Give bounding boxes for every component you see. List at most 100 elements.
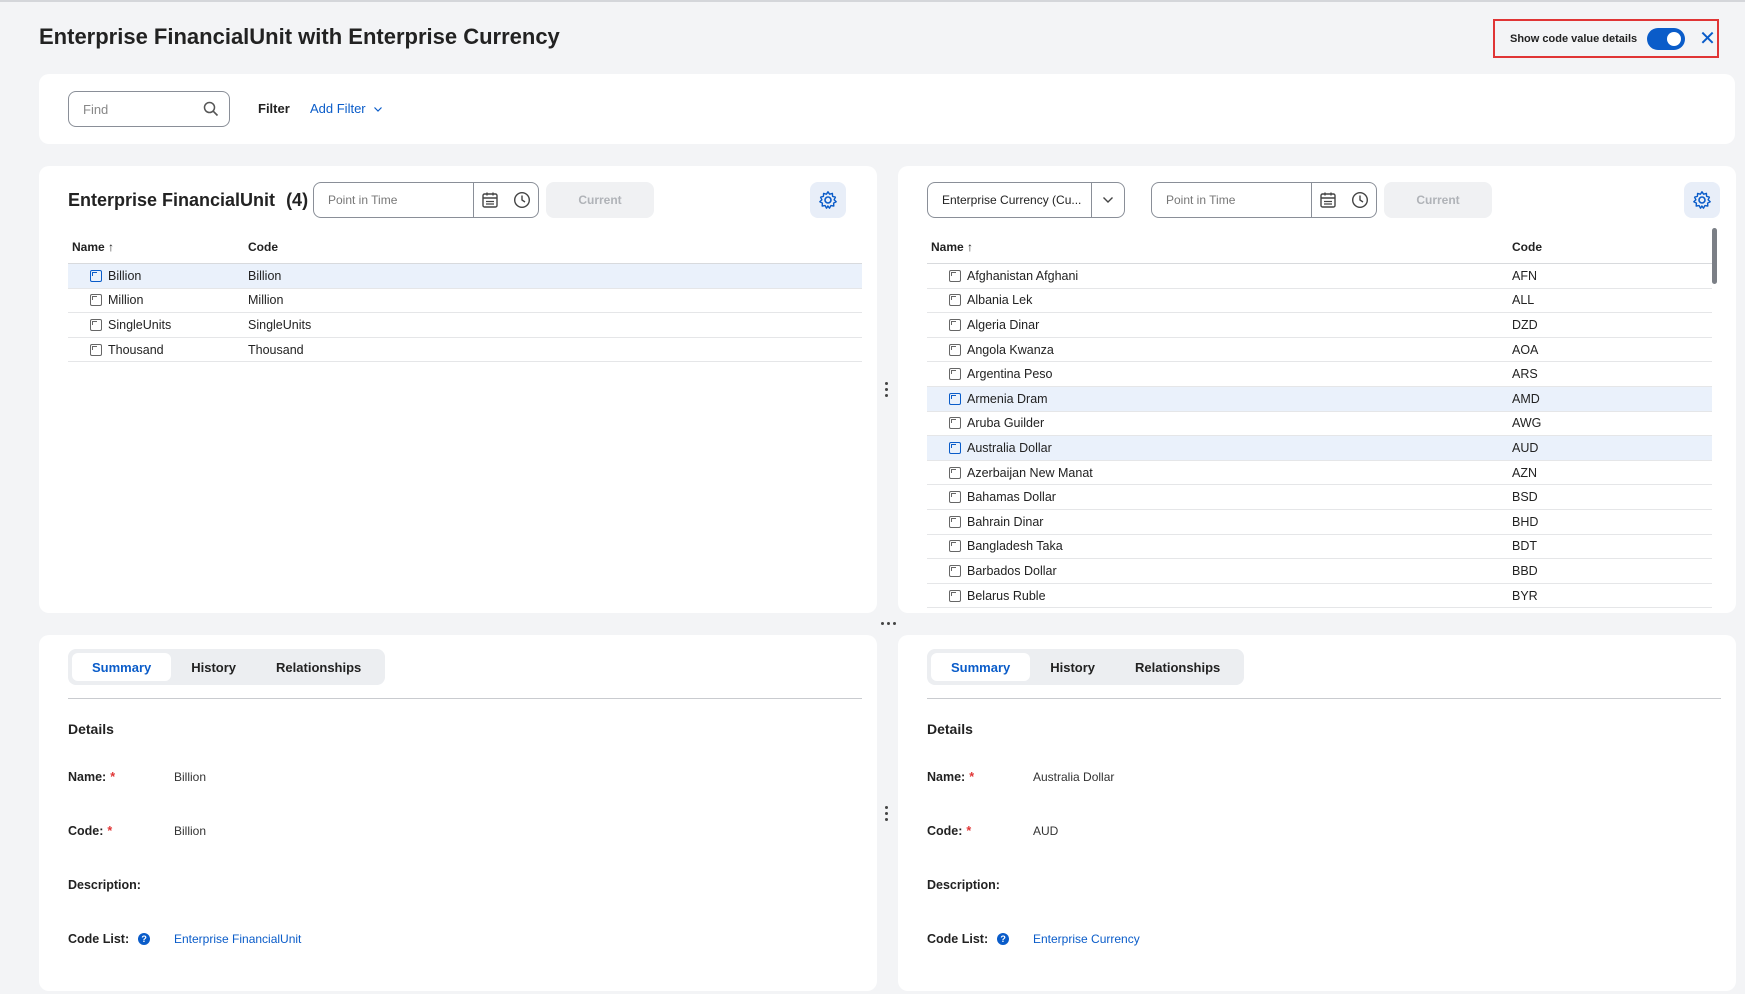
table-row[interactable]: Bahrain Dinar BHD <box>927 510 1712 535</box>
code-label-text: Code: <box>927 824 963 838</box>
row-code: DZD <box>1512 317 1538 332</box>
table-row[interactable]: Afghanistan Afghani AFN <box>927 264 1712 289</box>
tab-relationships[interactable]: Relationships <box>1115 653 1240 681</box>
table-row[interactable]: Algeria Dinar DZD <box>927 313 1712 338</box>
vertical-splitter-handle-bottom[interactable] <box>885 806 889 821</box>
table-header: Name ↑ Code <box>927 230 1712 264</box>
table-row[interactable]: Million Million <box>68 289 862 314</box>
table-row[interactable]: Angola Kwanza AOA <box>927 338 1712 363</box>
show-details-toggle[interactable] <box>1647 27 1686 50</box>
column-header-code[interactable]: Code <box>1512 240 1542 254</box>
scrollbar[interactable] <box>1712 228 1717 284</box>
node-icon <box>949 368 961 381</box>
table-row[interactable]: Thousand Thousand <box>68 338 862 363</box>
help-icon[interactable]: ? <box>138 933 151 945</box>
clock-icon[interactable] <box>506 183 538 217</box>
table-row[interactable]: Argentina Peso ARS <box>927 362 1712 387</box>
code-list-label-text: Code List: <box>927 932 989 946</box>
row-name: SingleUnits <box>68 318 248 332</box>
required-marker: * <box>110 770 116 784</box>
description-label: Description: <box>927 878 1000 892</box>
detail-tabs: Summary History Relationships <box>68 649 386 685</box>
column-header-name[interactable]: Name ↑ <box>68 240 248 254</box>
code-list-link[interactable]: Enterprise FinancialUnit <box>174 932 301 946</box>
row-name-text: Bahamas Dollar <box>967 490 1056 505</box>
description-label: Description: <box>68 878 141 892</box>
tab-summary[interactable]: Summary <box>931 653 1031 681</box>
row-name-text: Angola Kwanza <box>967 342 1054 357</box>
calendar-icon[interactable] <box>1312 183 1344 217</box>
chevron-down-icon[interactable] <box>1092 196 1124 204</box>
column-header-name[interactable]: Name ↑ <box>927 240 1512 254</box>
table-row[interactable]: Bahamas Dollar BSD <box>927 485 1712 510</box>
row-name: Billion <box>68 269 248 283</box>
left-panel-title-text: Enterprise FinancialUnit <box>68 190 276 210</box>
table-row[interactable]: Bangladesh Taka BDT <box>927 535 1712 560</box>
row-name-text: Billion <box>108 268 142 283</box>
details-heading: Details <box>68 721 114 737</box>
tab-history[interactable]: History <box>171 653 256 681</box>
description-field: Description: <box>68 878 174 892</box>
row-name: Thousand <box>68 343 248 357</box>
name-label-text: Name: <box>927 770 966 784</box>
table-row[interactable]: Billion Billion <box>68 264 862 289</box>
row-name-text: Barbados Dollar <box>967 563 1057 578</box>
point-in-time-input[interactable]: Point in Time <box>314 183 474 217</box>
chevron-down-icon <box>374 107 383 112</box>
table-row[interactable]: Aruba Guilder AWG <box>927 412 1712 437</box>
row-name-text: Aruba Guilder <box>967 416 1045 431</box>
table-row[interactable]: Belarus Ruble BYR <box>927 584 1712 609</box>
settings-button[interactable] <box>810 182 846 218</box>
node-icon <box>949 269 961 282</box>
row-name: Azerbaijan New Manat <box>927 466 1512 480</box>
point-in-time-picker[interactable]: Point in Time <box>313 182 539 218</box>
row-name-text: Australia Dollar <box>967 440 1052 455</box>
table-row[interactable]: Albania Lek ALL <box>927 289 1712 314</box>
node-icon <box>949 318 961 331</box>
table-row[interactable]: Armenia Dram AMD <box>927 386 1712 412</box>
point-in-time-picker[interactable]: Point in Time <box>1151 182 1377 218</box>
gear-icon <box>819 191 837 209</box>
filter-bar: Find Filter Add Filter <box>39 74 1735 144</box>
row-code: Million <box>248 293 284 308</box>
page-title: Enterprise FinancialUnit with Enterprise… <box>39 24 560 49</box>
point-in-time-input[interactable]: Point in Time <box>1152 183 1312 217</box>
row-code: AFN <box>1512 268 1537 283</box>
clock-icon[interactable] <box>1344 183 1376 217</box>
help-icon[interactable]: ? <box>997 933 1010 945</box>
settings-button[interactable] <box>1684 182 1720 218</box>
vertical-splitter-handle[interactable] <box>885 382 889 397</box>
calendar-icon[interactable] <box>474 183 506 217</box>
add-filter-button[interactable]: Add Filter <box>310 101 383 116</box>
code-list-field: Code List:? Enterprise FinancialUnit <box>68 932 301 946</box>
tab-summary[interactable]: Summary <box>72 653 172 681</box>
required-marker: * <box>107 824 113 838</box>
description-field: Description: <box>927 878 1033 892</box>
row-name: Belarus Ruble <box>927 589 1512 603</box>
search-icon[interactable] <box>203 101 219 117</box>
row-name-text: Armenia Dram <box>967 391 1048 406</box>
code-list-label: Code List:? <box>68 932 174 946</box>
find-input[interactable]: Find <box>68 91 230 127</box>
horizontal-splitter-handle[interactable] <box>881 622 896 625</box>
current-button[interactable]: Current <box>1384 182 1492 218</box>
code-list-selector[interactable]: Enterprise Currency (Cu... <box>927 182 1125 218</box>
code-list-selected: Enterprise Currency (Cu... <box>928 183 1092 217</box>
right-list-panel: Enterprise Currency (Cu... Point in Time… <box>898 166 1736 613</box>
table-row[interactable]: Azerbaijan New Manat AZN <box>927 461 1712 486</box>
code-label: Code: * <box>927 824 1033 838</box>
column-header-code[interactable]: Code <box>248 240 278 254</box>
detail-tabs: Summary History Relationships <box>927 649 1245 685</box>
current-button[interactable]: Current <box>546 182 654 218</box>
tab-history[interactable]: History <box>1030 653 1115 681</box>
node-icon <box>90 318 102 331</box>
table-row[interactable]: Barbados Dollar BBD <box>927 559 1712 584</box>
table-row[interactable]: Australia Dollar AUD <box>927 436 1712 461</box>
table-row[interactable]: SingleUnits SingleUnits <box>68 313 862 338</box>
tab-relationships[interactable]: Relationships <box>256 653 381 681</box>
required-marker: * <box>969 770 975 784</box>
code-list-link[interactable]: Enterprise Currency <box>1033 932 1140 946</box>
row-name-text: Bahrain Dinar <box>967 514 1044 529</box>
close-icon[interactable]: ✕ <box>1699 29 1716 49</box>
right-code-table: Name ↑ Code Afghanistan Afghani AFN Alban… <box>927 230 1712 609</box>
